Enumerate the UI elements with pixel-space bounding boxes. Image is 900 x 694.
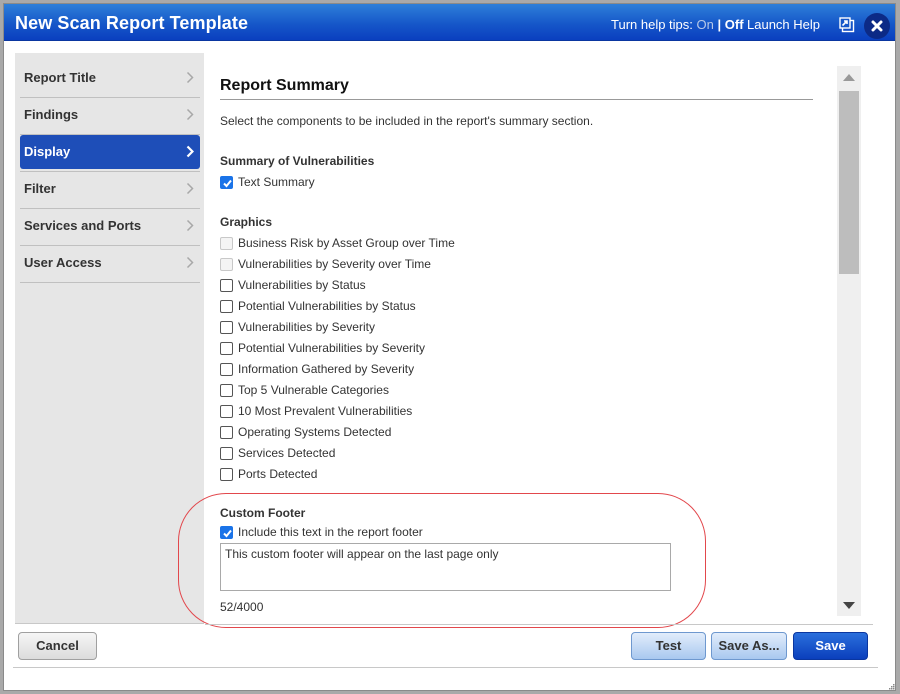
graphics-option-label: Services Detected: [238, 446, 336, 460]
sidebar-item-findings[interactable]: Findings: [20, 98, 200, 135]
summary-option-label: Text Summary: [238, 175, 315, 189]
graphics-checkbox[interactable]: [220, 468, 233, 481]
arrow-down-icon: [843, 602, 855, 609]
intro-text: Select the components to be included in …: [220, 114, 594, 128]
footer-divider: [13, 667, 878, 668]
scroll-down-button[interactable]: [837, 594, 861, 616]
graphics-option-label: Vulnerabilities by Severity over Time: [238, 257, 431, 271]
help-tips-toggle: Turn help tips: On | Off: [611, 17, 744, 32]
save-as-button[interactable]: Save As...: [711, 632, 787, 660]
graphics-option-label: Business Risk by Asset Group over Time: [238, 236, 455, 250]
save-button[interactable]: Save: [793, 632, 868, 660]
summary-checkbox[interactable]: [220, 176, 233, 189]
chevron-right-icon: [186, 256, 194, 269]
graphics-option-label: Information Gathered by Severity: [238, 362, 415, 376]
graphics-checkbox[interactable]: [220, 363, 233, 376]
sidebar-item-label: Services and Ports: [24, 218, 142, 233]
sidebar-item-user-access[interactable]: User Access: [20, 246, 200, 283]
graphics-option-label: Potential Vulnerabilities by Severity: [238, 341, 425, 355]
sidebar-item-label: User Access: [24, 255, 102, 270]
custom-footer-label: Custom Footer: [220, 506, 306, 520]
include-footer-label: Include this text in the report footer: [238, 525, 423, 539]
graphics-option-label: Potential Vulnerabilities by Status: [238, 299, 416, 313]
chevron-right-icon: [186, 219, 194, 232]
include-footer-checkbox[interactable]: [220, 526, 233, 539]
sidebar-item-report-title[interactable]: Report Title: [20, 61, 200, 98]
chevron-right-icon: [186, 108, 194, 121]
sidebar-nav: Report Title Findings Display Filter Service…: [15, 53, 204, 624]
graphics-checkbox: [220, 237, 233, 250]
sidebar-item-label: Findings: [24, 107, 79, 122]
sidebar-item-label: Filter: [24, 181, 56, 196]
scroll-up-button[interactable]: [837, 66, 861, 88]
sidebar-divider: [20, 282, 200, 283]
close-button[interactable]: [864, 13, 890, 39]
graphics-option-label: 10 Most Prevalent Vulnerabilities: [238, 404, 413, 418]
cancel-button[interactable]: Cancel: [18, 632, 97, 660]
dialog-title: New Scan Report Template: [15, 13, 249, 33]
graphics-checkbox[interactable]: [220, 342, 233, 355]
sidebar-item-services-and-ports[interactable]: Services and Ports: [20, 209, 200, 246]
main-content: Report Summary Select the components to …: [205, 53, 830, 624]
scroll-thumb[interactable]: [839, 91, 859, 274]
graphics-checkbox[interactable]: [220, 405, 233, 418]
popout-icon[interactable]: [839, 17, 855, 33]
graphics-section-label: Graphics: [220, 215, 273, 229]
arrow-up-icon: [843, 74, 855, 81]
help-tips-on[interactable]: On: [697, 17, 714, 32]
chevron-right-icon: [186, 182, 194, 195]
close-icon: [871, 20, 883, 32]
graphics-option-label: Top 5 Vulnerable Categories: [238, 383, 389, 397]
help-tips-label: Turn help tips:: [611, 17, 693, 32]
character-count: 52/4000: [220, 600, 264, 614]
launch-help-link[interactable]: Launch Help: [747, 17, 820, 32]
checkmark-icon: [223, 179, 232, 188]
graphics-checkbox: [220, 258, 233, 271]
graphics-checkbox[interactable]: [220, 447, 233, 460]
graphics-checkbox[interactable]: [220, 426, 233, 439]
help-tips-off[interactable]: Off: [725, 17, 744, 32]
test-button[interactable]: Test: [631, 632, 706, 660]
heading-divider: [220, 99, 813, 100]
graphics-checkbox[interactable]: [220, 384, 233, 397]
sidebar-item-filter[interactable]: Filter: [20, 172, 200, 209]
chevron-right-icon: [186, 71, 194, 84]
summary-section-label: Summary of Vulnerabilities: [220, 154, 375, 168]
sidebar-item-label: Display: [24, 144, 71, 159]
graphics-option-label: Vulnerabilities by Status: [238, 278, 366, 292]
resize-grip-icon[interactable]: [887, 682, 895, 690]
chevron-right-icon: [186, 145, 194, 158]
graphics-option-label: Ports Detected: [238, 467, 318, 481]
custom-footer-textarea[interactable]: [220, 543, 671, 591]
graphics-option-label: Operating Systems Detected: [238, 425, 392, 439]
content-scrollbar[interactable]: [837, 66, 861, 616]
content-bottom-divider: [205, 624, 873, 625]
graphics-option-label: Vulnerabilities by Severity: [238, 320, 375, 334]
graphics-checkbox[interactable]: [220, 321, 233, 334]
title-bar: New Scan Report Template Turn help tips:…: [4, 4, 895, 41]
checkmark-icon: [223, 529, 232, 538]
sidebar-item-display[interactable]: Display: [20, 135, 200, 172]
graphics-checkbox[interactable]: [220, 300, 233, 313]
section-heading: Report Summary: [220, 77, 349, 94]
sidebar-item-label: Report Title: [24, 70, 96, 85]
help-tips-separator: |: [717, 17, 722, 32]
graphics-checkbox[interactable]: [220, 279, 233, 292]
